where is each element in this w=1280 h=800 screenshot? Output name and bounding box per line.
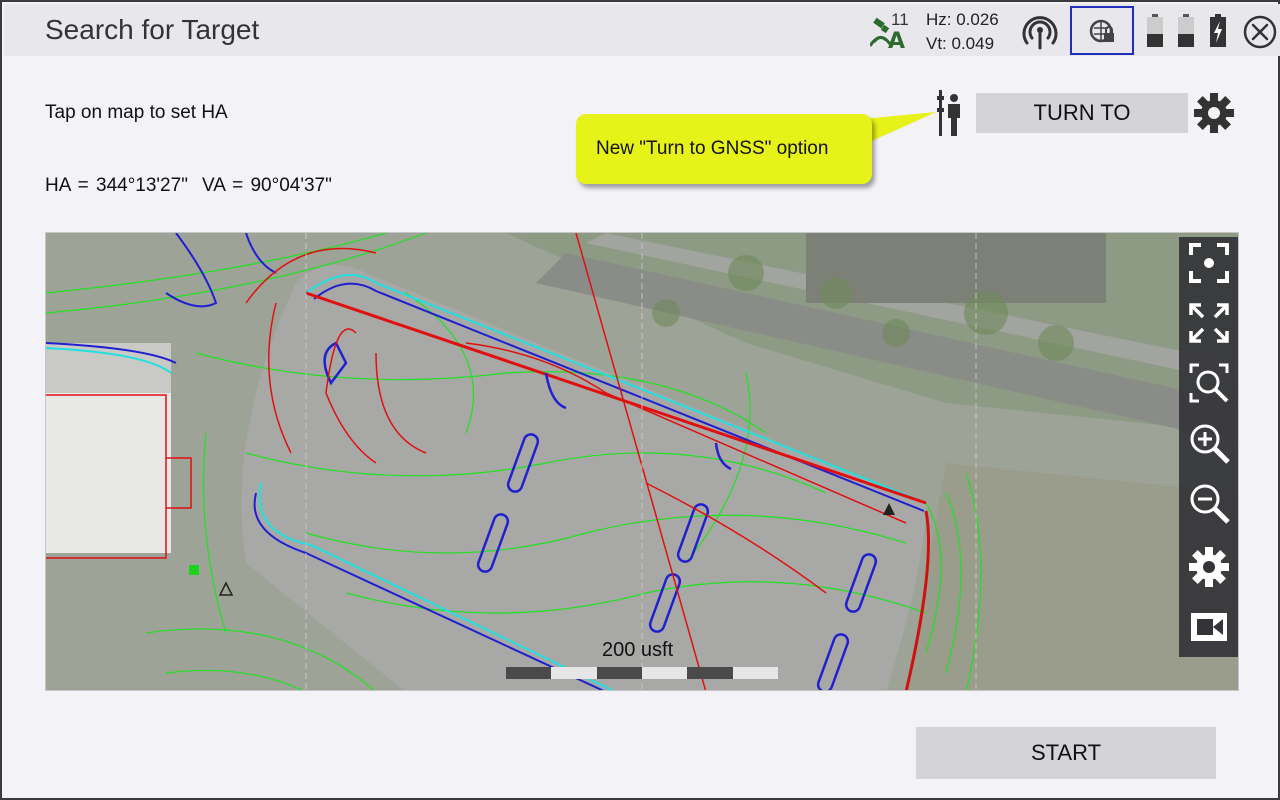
app-window: Search for Target A 11 Hz: 0.026 Vt: 0.0… bbox=[0, 0, 1280, 800]
map-settings-icon[interactable] bbox=[1187, 545, 1231, 589]
title-bar: Search for Target A 11 Hz: 0.026 Vt: 0.0… bbox=[4, 4, 1280, 56]
angle-readout: HA = 344°13'27" VA = 90°04'37" bbox=[45, 175, 332, 197]
instruction-text: Tap on map to set HA bbox=[45, 102, 228, 123]
va-value: VA = 90°04'37" bbox=[201, 175, 332, 196]
battery-1-icon bbox=[1147, 14, 1163, 47]
vt-precision: Vt: 0.049 bbox=[926, 34, 995, 53]
close-icon[interactable] bbox=[1242, 14, 1278, 50]
satellite-count: 11 bbox=[891, 10, 909, 29]
gnss-status-button[interactable] bbox=[1070, 6, 1134, 55]
precision-readout: Hz: 0.026 Vt: 0.049 bbox=[926, 8, 999, 56]
zoom-extents-icon[interactable] bbox=[1187, 301, 1231, 345]
start-button[interactable]: START bbox=[916, 727, 1216, 779]
settings-icon[interactable] bbox=[1192, 91, 1236, 135]
map-view[interactable]: 200 usft bbox=[45, 232, 1239, 691]
focus-icon[interactable] bbox=[1187, 241, 1231, 285]
video-icon[interactable] bbox=[1187, 605, 1231, 649]
zoom-out-icon[interactable] bbox=[1187, 481, 1231, 525]
radio-signal-icon[interactable] bbox=[1022, 14, 1058, 50]
turn-to-gnss-icon[interactable] bbox=[936, 90, 966, 138]
feature-callout: New "Turn to GNSS" option bbox=[576, 114, 872, 184]
gnss-lock-icon bbox=[1089, 19, 1114, 43]
zoom-in-icon[interactable] bbox=[1187, 421, 1231, 465]
scale-bar bbox=[506, 667, 778, 679]
map-toolbar bbox=[1179, 237, 1238, 657]
zoom-window-icon[interactable] bbox=[1187, 361, 1231, 405]
page-title: Search for Target bbox=[45, 14, 260, 45]
hz-precision: Hz: 0.026 bbox=[926, 10, 999, 29]
battery-2-icon bbox=[1178, 14, 1194, 47]
battery-charging-icon bbox=[1210, 14, 1226, 47]
ha-value: HA = 344°13'27" bbox=[45, 175, 188, 196]
scale-label: 200 usft bbox=[602, 639, 674, 661]
callout-text: New "Turn to GNSS" option bbox=[596, 138, 829, 159]
svg-text:A: A bbox=[888, 29, 905, 52]
aerial-map bbox=[46, 233, 1238, 690]
turn-to-button[interactable]: TURN TO bbox=[976, 93, 1188, 133]
